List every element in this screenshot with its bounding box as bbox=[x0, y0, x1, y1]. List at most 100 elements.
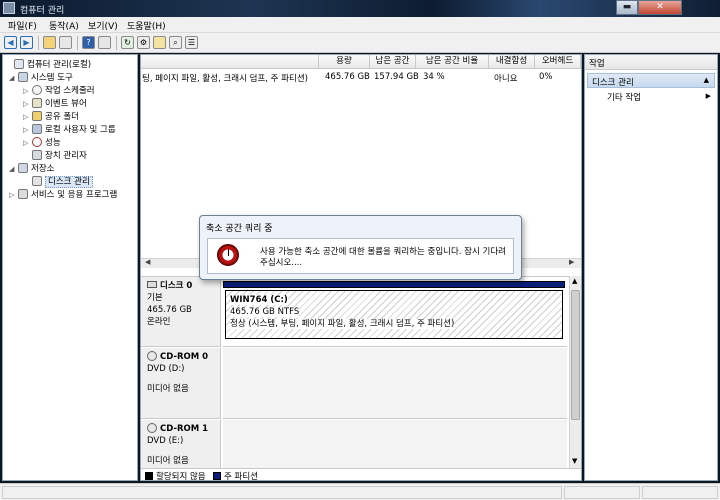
collapse-arrow-icon[interactable]: ◢ bbox=[9, 165, 18, 173]
properties-icon[interactable]: ☰ bbox=[185, 36, 198, 49]
scroll-up-icon[interactable]: ▲ bbox=[572, 277, 577, 285]
status-bar-section bbox=[642, 486, 718, 499]
menu-action[interactable]: 동작(A) bbox=[49, 19, 79, 32]
task-scheduler-icon bbox=[32, 85, 42, 95]
refresh-icon[interactable]: ↻ bbox=[121, 36, 134, 49]
more-actions-item[interactable]: 기타 작업 ▶ bbox=[585, 91, 717, 104]
volume-overhead-cell: 0% bbox=[539, 72, 553, 82]
scroll-right-icon[interactable]: ▶ bbox=[569, 258, 574, 266]
menu-file[interactable]: 파일(F) bbox=[8, 19, 37, 32]
disk-name: CD-ROM 1 bbox=[160, 424, 209, 434]
tree-item-storage[interactable]: ◢ 저장소 bbox=[9, 162, 54, 174]
column-header-overhead[interactable]: 오버헤드 bbox=[535, 55, 581, 68]
toolbar-separator bbox=[116, 36, 117, 50]
up-folder-icon[interactable] bbox=[43, 36, 56, 49]
open-folder-icon[interactable] bbox=[153, 36, 166, 49]
tree-item-label: 서비스 및 응용 프로그램 bbox=[31, 190, 118, 200]
disk-legend: 할당되지 않음 주 파티션 bbox=[141, 468, 581, 481]
tree-item-disk-management[interactable]: 디스크 관리 bbox=[23, 175, 93, 188]
tree-item-device-manager[interactable]: 장치 관리자 bbox=[23, 149, 87, 161]
volume-free-cell: 157.94 GB bbox=[374, 72, 419, 82]
expand-arrow-icon[interactable]: ▷ bbox=[9, 191, 18, 199]
tree-item-event-viewer[interactable]: ▷ 이벤트 뷰어 bbox=[23, 97, 87, 109]
navigation-tree: 컴퓨터 관리(로컬) ◢ 시스템 도구 ▷ 작업 스케줄러 ▷ 이벤트 뷰어 ▷ 공유 … bbox=[2, 54, 138, 481]
toolbar-separator bbox=[38, 36, 39, 50]
disk-name: 디스크 0 bbox=[160, 281, 193, 291]
forward-icon[interactable]: ▶ bbox=[20, 36, 33, 49]
tree-item-services[interactable]: ▷ 서비스 및 응용 프로그램 bbox=[9, 188, 117, 200]
window-title: 컴퓨터 관리 bbox=[20, 6, 65, 16]
hard-disk-icon bbox=[147, 281, 157, 288]
toolbar: ◀ ▶ ? ↻ ⚙ ⌕ ☰ bbox=[0, 33, 720, 53]
event-viewer-icon bbox=[32, 98, 42, 108]
tree-item-label: 디스크 관리 bbox=[45, 176, 93, 188]
drive-letter: DVD (D:) bbox=[147, 364, 185, 374]
scroll-left-icon[interactable]: ◀ bbox=[145, 258, 150, 266]
disk-name: CD-ROM 0 bbox=[160, 352, 209, 362]
tree-item-label: 장치 관리자 bbox=[45, 151, 87, 161]
drive-letter: DVD (E:) bbox=[147, 436, 184, 446]
tree-item-computer-management[interactable]: 컴퓨터 관리(로컬) bbox=[5, 58, 91, 70]
tree-item-label: 저장소 bbox=[31, 164, 55, 174]
collapse-arrow-icon[interactable]: ◢ bbox=[9, 74, 18, 82]
column-header-free-space[interactable]: 남은 공간 bbox=[370, 55, 416, 68]
column-header-fault-tolerance[interactable]: 내결함성 bbox=[489, 55, 535, 68]
cdrom-0-label[interactable]: CD-ROM 0 DVD (D:) 미디어 없음 bbox=[141, 348, 221, 419]
actions-pane: 작업 디스크 관리 ▲ 기타 작업 ▶ bbox=[584, 54, 718, 481]
cdrom-1-label[interactable]: CD-ROM 1 DVD (E:) 미디어 없음 bbox=[141, 420, 221, 469]
expand-arrow-icon[interactable]: ▷ bbox=[23, 139, 32, 147]
disk-type: 기본 bbox=[147, 293, 163, 303]
collapse-up-icon[interactable]: ▲ bbox=[704, 76, 709, 84]
scroll-down-icon[interactable]: ▼ bbox=[572, 457, 577, 465]
column-header-volume-info[interactable] bbox=[141, 55, 319, 68]
tree-item-local-users[interactable]: ▷ 로컬 사용자 및 그룹 bbox=[23, 123, 116, 135]
media-status: 미디어 없음 bbox=[147, 384, 189, 394]
settings-icon[interactable]: ⚙ bbox=[137, 36, 150, 49]
column-header-free-percent[interactable]: 남은 공간 비율 bbox=[416, 55, 489, 68]
search-icon[interactable]: ⌕ bbox=[169, 36, 182, 49]
close-button[interactable]: ✕ bbox=[638, 0, 682, 15]
volume-fault-tolerance-cell: 아니요 bbox=[494, 74, 518, 84]
actions-section-disk-management[interactable]: 디스크 관리 ▲ bbox=[587, 73, 715, 88]
partition-c[interactable]: WIN764 (C:) 465.76 GB NTFS 정상 (시스템, 부팅, … bbox=[223, 281, 565, 343]
disk-graphical-view: 디스크 0 기본 465.76 GB 온라인 WIN764 (C:) 465.7… bbox=[141, 276, 581, 469]
column-header-capacity[interactable]: 용량 bbox=[319, 55, 370, 68]
scrollbar-thumb[interactable] bbox=[571, 290, 580, 420]
tree-item-shared-folders[interactable]: ▷ 공유 폴더 bbox=[23, 110, 79, 122]
properties-pane-icon[interactable] bbox=[98, 36, 111, 49]
partition-body[interactable]: WIN764 (C:) 465.76 GB NTFS 정상 (시스템, 부팅, … bbox=[225, 290, 563, 339]
disk-0-label[interactable]: 디스크 0 기본 465.76 GB 온라인 bbox=[141, 277, 221, 347]
tree-item-task-scheduler[interactable]: ▷ 작업 스케줄러 bbox=[23, 84, 95, 96]
submenu-arrow-icon: ▶ bbox=[705, 92, 711, 100]
computer-management-icon bbox=[14, 59, 24, 69]
legend-unallocated: 할당되지 않음 bbox=[156, 472, 206, 481]
title-bar: 컴퓨터 관리 ▬ ✕ bbox=[0, 0, 720, 17]
computer-management-app-icon bbox=[3, 2, 15, 14]
tree-item-performance[interactable]: ▷ 성능 bbox=[23, 136, 61, 148]
cd-drive-icon bbox=[147, 423, 157, 433]
minimize-button[interactable]: ▬ bbox=[616, 0, 638, 15]
status-bar-section bbox=[564, 486, 640, 499]
show-hide-tree-icon[interactable] bbox=[59, 36, 72, 49]
help-icon[interactable]: ? bbox=[82, 36, 95, 49]
tree-item-label: 작업 스케줄러 bbox=[45, 86, 95, 96]
tree-item-label: 로컬 사용자 및 그룹 bbox=[45, 125, 116, 135]
expand-arrow-icon[interactable]: ▷ bbox=[23, 113, 32, 121]
legend-primary-partition: 주 파티션 bbox=[224, 472, 258, 481]
disk-view-vertical-scrollbar[interactable]: ▲ ▼ bbox=[569, 276, 581, 468]
busy-clock-icon bbox=[217, 244, 239, 266]
back-icon[interactable]: ◀ bbox=[4, 36, 17, 49]
volume-capacity-cell: 465.76 GB bbox=[325, 72, 370, 82]
media-status: 미디어 없음 bbox=[147, 456, 189, 466]
expand-arrow-icon[interactable]: ▷ bbox=[23, 100, 32, 108]
expand-arrow-icon[interactable]: ▷ bbox=[23, 126, 32, 134]
unallocated-swatch bbox=[145, 472, 153, 480]
expand-arrow-icon[interactable]: ▷ bbox=[23, 87, 32, 95]
partition-status: 정상 (시스템, 부팅, 페이지 파일, 활성, 크래시 덤프, 주 파티션) bbox=[230, 319, 455, 329]
status-bar bbox=[0, 483, 720, 500]
menu-view[interactable]: 보기(V) bbox=[88, 19, 118, 32]
menu-help[interactable]: 도움말(H) bbox=[127, 19, 166, 32]
volume-free-percent-cell: 34 % bbox=[423, 72, 445, 82]
tree-item-system-tools[interactable]: ◢ 시스템 도구 bbox=[9, 71, 73, 83]
dialog-title: 축소 공간 쿼리 중 bbox=[206, 224, 273, 234]
